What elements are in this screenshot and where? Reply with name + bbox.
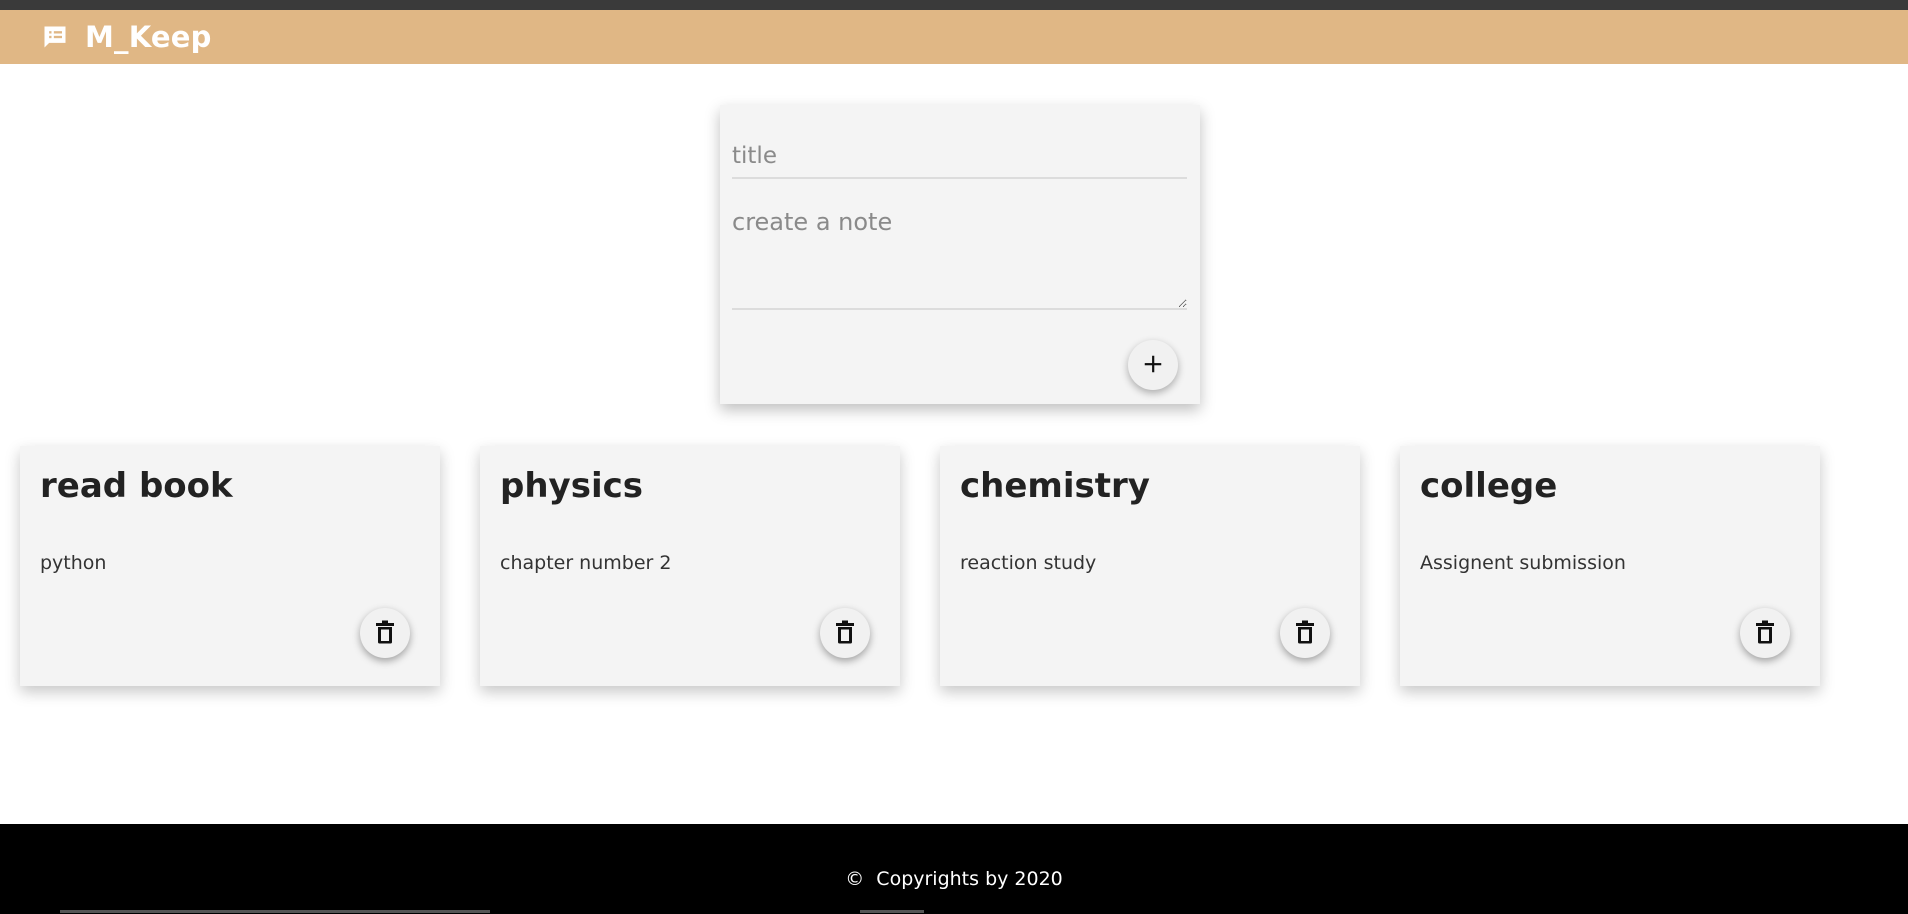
note-title: read book xyxy=(40,466,233,506)
note-content: Assignent submission xyxy=(1420,552,1626,574)
copyright-text: © Copyrights by 2020 xyxy=(0,868,1908,890)
scrollbar[interactable] xyxy=(60,910,490,913)
note-card: read book python xyxy=(20,446,440,686)
note-content: python xyxy=(40,552,107,574)
note-card: college Assignent submission xyxy=(1400,446,1820,686)
trash-icon xyxy=(1294,620,1316,647)
note-title: chemistry xyxy=(960,466,1150,506)
title-input[interactable] xyxy=(732,135,1187,179)
copyright-label: Copyrights by 2020 xyxy=(876,868,1063,890)
copyright-symbol: © xyxy=(845,868,865,890)
notes-icon xyxy=(41,23,69,51)
page-footer: © Copyrights by 2020 xyxy=(0,824,1908,914)
note-title: physics xyxy=(500,466,643,506)
delete-note-button[interactable] xyxy=(360,608,410,658)
app-header: M_Keep xyxy=(0,10,1908,64)
trash-icon xyxy=(1754,620,1776,647)
trash-icon xyxy=(834,620,856,647)
delete-note-button[interactable] xyxy=(820,608,870,658)
note-content: reaction study xyxy=(960,552,1097,574)
scrollbar-thumb[interactable] xyxy=(860,910,924,913)
add-note-button[interactable] xyxy=(1128,340,1178,390)
note-card: chemistry reaction study xyxy=(940,446,1360,686)
trash-icon xyxy=(374,620,396,647)
plus-icon xyxy=(1142,353,1164,378)
note-title: college xyxy=(1420,466,1558,506)
note-composer xyxy=(720,105,1200,404)
note-content: chapter number 2 xyxy=(500,552,672,574)
delete-note-button[interactable] xyxy=(1740,608,1790,658)
delete-note-button[interactable] xyxy=(1280,608,1330,658)
note-content-input[interactable] xyxy=(732,208,1187,310)
note-card: physics chapter number 2 xyxy=(480,446,900,686)
app-title: M_Keep xyxy=(85,20,212,54)
window-top-strip xyxy=(0,0,1908,10)
